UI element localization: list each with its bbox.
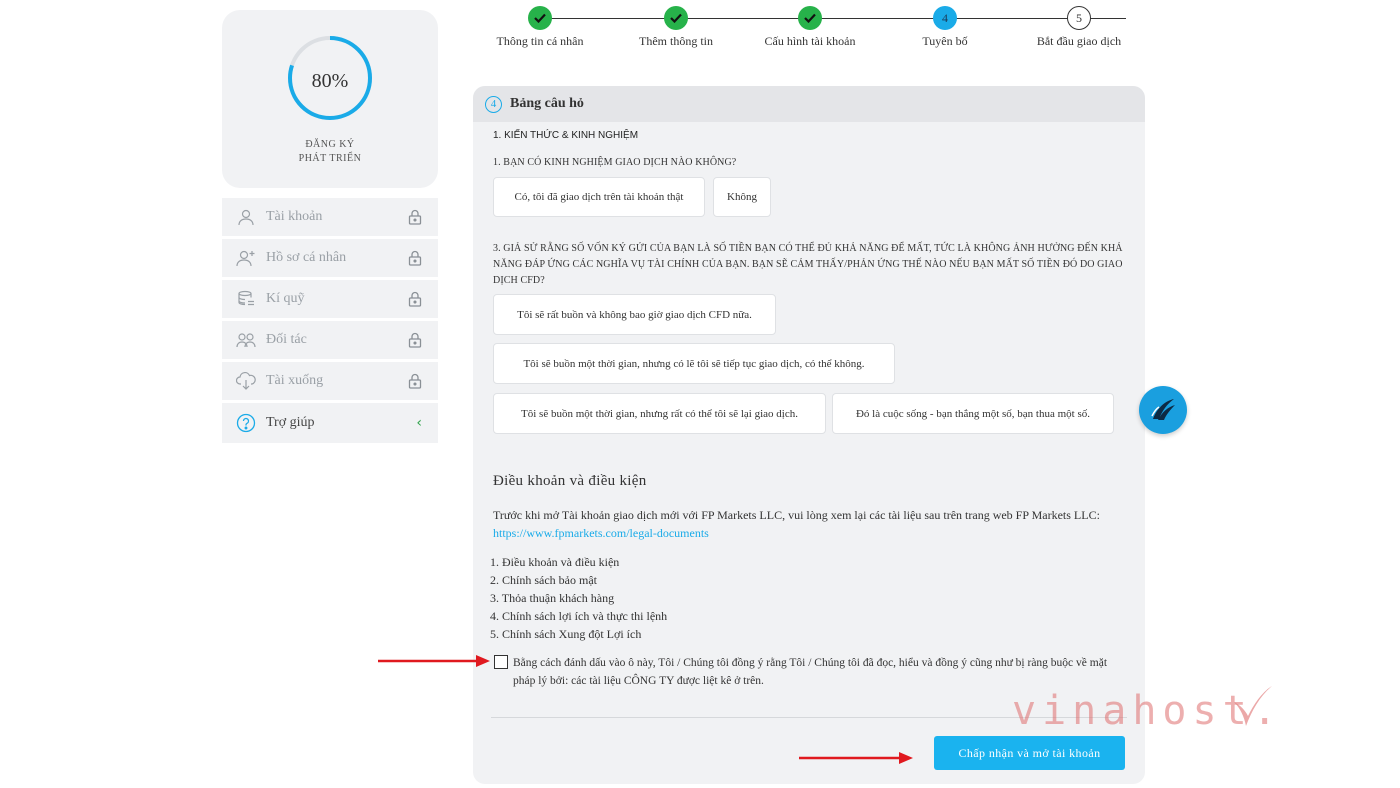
lock-icon [408, 291, 422, 307]
sidebar-item-label: Hồ sơ cá nhân [266, 250, 347, 265]
step-account-config[interactable]: Cấu hình tài khoản [745, 6, 875, 49]
lock-icon [408, 250, 422, 266]
sidebar-item-account[interactable]: Tài khoản [222, 198, 438, 236]
list-item: 4. Chính sách lợi ích và thực thi lệnh [490, 609, 668, 623]
vinahost-watermark: vinahost. [1012, 682, 1277, 742]
card-header: 4 Bảng câu hỏ [473, 86, 1145, 122]
sidebar-item-deposit[interactable]: Kí quỹ [222, 280, 438, 318]
section-title: 1. KIẾN THỨC & KINH NGHIỆM [493, 130, 639, 141]
step-more-info[interactable]: Thêm thông tin [611, 6, 741, 49]
step-number: 4 [933, 6, 957, 30]
list-item: 3. Thỏa thuận khách hàng [490, 591, 615, 605]
arrow-right-icon [799, 752, 913, 764]
partners-icon [236, 330, 256, 350]
chat-widget-button[interactable] [1139, 386, 1187, 434]
step-declaration[interactable]: 4 Tuyên bố [880, 6, 1010, 49]
help-icon [236, 413, 256, 433]
question-1: 1. BẠN CÓ KINH NGHIỆM GIAO DỊCH NÀO KHÔN… [493, 157, 737, 168]
progress-status: ĐĂNG KÝ PHÁT TRIỂN [298, 139, 362, 164]
step-personal-info[interactable]: Thông tin cá nhân [475, 6, 605, 49]
lock-icon [408, 209, 422, 225]
answer-option[interactable]: Không [713, 177, 771, 217]
user-icon [236, 207, 256, 227]
section-number: 4 [485, 95, 502, 113]
agree-checkbox[interactable] [494, 655, 508, 669]
sidebar-item-help[interactable]: Trợ giúp ‹ [222, 403, 438, 443]
lock-icon [408, 332, 422, 348]
question-3: 3. GIẢ SỬ RẰNG SỐ VỐN KÝ GỬI CỦA BẠN LÀ … [493, 243, 1123, 286]
sidebar-item-profile[interactable]: Hồ sơ cá nhân [222, 239, 438, 277]
sidebar-item-label: Tài xuống [266, 373, 324, 388]
list-item: 2. Chính sách bảo mật [490, 573, 597, 587]
sidebar-item-downloads[interactable]: Tài xuống [222, 362, 438, 400]
sidebar-item-label: Đối tác [266, 332, 307, 347]
progress-percent: 80% [311, 70, 349, 92]
questionnaire-card: 4 Bảng câu hỏ 1. KIẾN THỨC & KINH NGHIỆM… [473, 86, 1145, 784]
card-title: Bảng câu hỏ [510, 96, 584, 111]
sidebar-item-partners[interactable]: Đối tác [222, 321, 438, 359]
step-start-trading[interactable]: 5 Bắt đầu giao dịch [1014, 6, 1144, 49]
checkmark-logo-icon [1234, 686, 1272, 726]
answer-option[interactable]: Tôi sẽ rất buồn và không bao giờ giao dị… [493, 294, 776, 335]
sidebar-item-label: Tài khoản [266, 209, 323, 224]
cloud-download-icon [236, 371, 256, 391]
legal-documents-link[interactable]: https://www.fpmarkets.com/legal-document… [493, 526, 709, 540]
terms-title: Điều khoản và điều kiện [493, 473, 647, 489]
list-item: 1. Điều khoản và điều kiện [490, 555, 620, 569]
registration-stepper: Thông tin cá nhân Thêm thông tin Cấu hìn… [480, 4, 1140, 50]
answer-option[interactable]: Tôi sẽ buồn một thời gian, nhưng rất có … [493, 393, 826, 434]
arrow-right-icon [378, 655, 490, 667]
answer-option[interactable]: Có, tôi đã giao dịch trên tài khoản thật [493, 177, 705, 217]
coins-icon [236, 289, 256, 309]
step-number: 5 [1067, 6, 1091, 30]
list-item: 5. Chính sách Xung đột Lợi ích [490, 627, 642, 641]
lock-icon [408, 373, 422, 389]
check-icon [528, 6, 552, 30]
sidebar-menu: Tài khoản Hồ sơ cá nhân Kí quỹ Đối tác T… [222, 198, 438, 446]
registration-progress-card: 80% ĐĂNG KÝ PHÁT TRIỂN [222, 10, 438, 188]
check-icon [798, 6, 822, 30]
terms-paragraph: Trước khi mở Tài khoản giao dịch mới với… [493, 508, 1100, 540]
documents-list: 1. Điều khoản và điều kiện 2. Chính sách… [490, 553, 667, 643]
sidebar-item-label: Trợ giúp [266, 415, 315, 430]
user-add-icon [236, 248, 256, 268]
answer-option[interactable]: Tôi sẽ buồn một thời gian, nhưng có lẽ t… [493, 343, 895, 384]
check-icon [664, 6, 688, 30]
chevron-left-icon[interactable]: ‹ [416, 415, 422, 431]
brand-swoosh-icon [1151, 399, 1175, 420]
sidebar-item-label: Kí quỹ [266, 291, 305, 306]
answer-option[interactable]: Đó là cuộc sống - bạn thắng một số, bạn … [832, 393, 1114, 434]
